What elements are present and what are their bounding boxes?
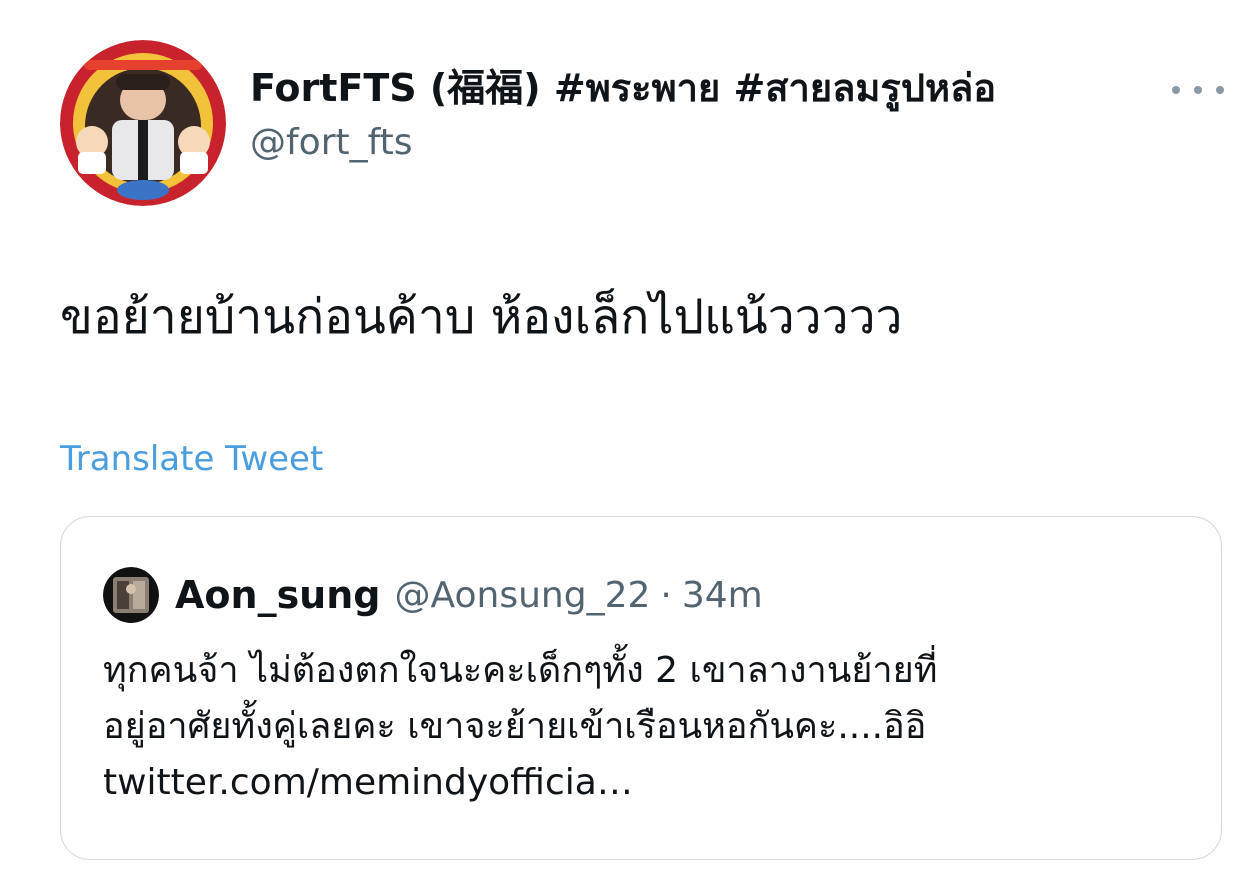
author-display-name[interactable]: FortFTS (福福) #พระพาย #สายลมรูปหล่อ xyxy=(250,62,996,114)
quoted-text-line: ทุกคนจ้า ไม่ต้องตกใจนะคะเด็กๆทั้ง 2 เขาล… xyxy=(103,650,938,691)
quoted-link-text[interactable]: twitter.com/memindyofficia… xyxy=(103,755,1193,811)
author-info: FortFTS (福福) #พระพาย #สายลมรูปหล่อ @fort… xyxy=(250,62,996,166)
quoted-tweet-text: ทุกคนจ้า ไม่ต้องตกใจนะคะเด็กๆทั้ง 2 เขาล… xyxy=(103,643,1193,811)
author-handle[interactable]: @fort_fts xyxy=(250,120,996,166)
quoted-tweet-card[interactable]: Aon_sung @Aonsung_22 · 34m ทุกคนจ้า ไม่ต… xyxy=(60,516,1222,860)
quoted-tweet-header: Aon_sung @Aonsung_22 · 34m xyxy=(103,567,763,623)
quoted-timestamp[interactable]: 34m xyxy=(682,575,763,616)
translate-tweet-link[interactable]: Translate Tweet xyxy=(60,436,323,482)
profile-avatar-image xyxy=(60,40,226,206)
quoted-author-handle[interactable]: @Aonsung_22 xyxy=(395,575,651,616)
profile-avatar-image xyxy=(103,567,159,623)
quoted-author-display-name[interactable]: Aon_sung xyxy=(175,573,381,617)
more-options-button[interactable] xyxy=(1172,78,1224,102)
quoted-author-avatar[interactable] xyxy=(103,567,159,623)
quoted-meta-separator: · xyxy=(660,574,672,616)
tweet-text: ขอย้ายบ้านก่อนค้าบ ห้องเล็กไปแน้ววววว xyxy=(60,289,903,345)
quoted-text-line: อยู่อาศัยทั้งคู่เลยคะ เขาจะย้ายเข้าเรือน… xyxy=(103,706,927,747)
ellipsis-icon xyxy=(1172,86,1180,94)
author-avatar[interactable] xyxy=(60,40,226,206)
ellipsis-icon xyxy=(1216,86,1224,94)
ellipsis-icon xyxy=(1194,86,1202,94)
